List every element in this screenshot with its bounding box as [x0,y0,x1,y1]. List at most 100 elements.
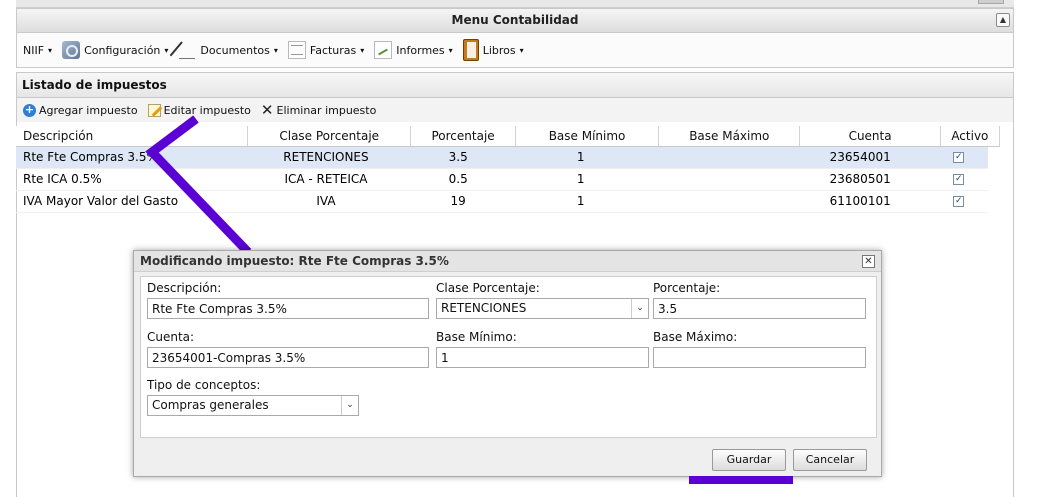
toolbar: + Agregar impuesto Editar impuesto ✕ Eli… [16,98,1014,122]
cell-base-maximo [651,147,791,168]
panel-right-border [1013,122,1014,497]
table-row[interactable]: IVA Mayor Valor del Gasto IVA 19 1 61100… [16,191,988,213]
menu-documentos-label: Documentos [200,43,270,57]
clase-label: Clase Porcentaje: [436,281,540,295]
cell-porcentaje: 19 [450,194,466,208]
menubar: NIIF ▾ Configuración ▾ Documentos ▾ Factura… [16,33,1014,68]
menu-documentos[interactable]: Documentos ▾ [178,41,278,59]
column-header-cuenta[interactable]: Cuenta [800,126,941,146]
cell-cuenta: 23654001 [829,150,891,164]
cell-base-maximo [651,169,791,190]
top-tab [978,0,1004,4]
column-header-activo[interactable]: Activo [941,126,1000,146]
edit-icon [147,103,161,117]
cell-cuenta: 61100101 [829,194,891,208]
tipo-conceptos-label: Tipo de conceptos: [147,378,261,392]
save-button[interactable]: Guardar [712,449,786,471]
cell-porcentaje: 0.5 [448,172,468,186]
base-minimo-label: Base Mínimo: [436,330,517,344]
delete-tax-label: Eliminar impuesto [276,103,377,117]
base-maximo-label: Base Máximo: [653,330,738,344]
cell-descripcion: IVA Mayor Valor del Gasto [23,194,179,208]
dialog-body: Descripción: Clase Porcentaje: RETENCION… [140,276,877,438]
chevron-down-icon: ▾ [448,45,453,55]
delete-tax-button[interactable]: ✕ Eliminar impuesto [260,100,377,119]
cell-activo: ✓ [929,147,988,168]
settings-icon [62,41,81,59]
active-checkbox[interactable]: ✓ [953,174,965,185]
clase-select[interactable]: RETENCIONES ⌄ [436,298,649,319]
menu-facturas[interactable]: Facturas ▾ [287,41,365,59]
table-row[interactable]: Rte Fte Compras 3.5% RETENCIONES 3.5 1 2… [16,147,988,169]
pencil-icon [178,41,196,59]
menu-niif-label: NIIF [23,43,45,57]
tipo-conceptos-select[interactable]: Compras generales ⌄ [147,395,359,416]
column-header-porcentaje[interactable]: Porcentaje [411,126,516,146]
menu-informes[interactable]: Informes ▾ [374,41,453,59]
menu-facturas-label: Facturas [309,43,357,57]
cell-porcentaje: 3.5 [448,150,468,164]
cell-clase: IVA [316,194,336,208]
column-header-clase[interactable]: Clase Porcentaje [248,126,412,146]
cuenta-label: Cuenta: [147,330,195,344]
chevron-down-icon: ▾ [273,45,278,55]
dialog-title-bar: Modificando impuesto: Rte Fte Compras 3.… [134,251,881,272]
column-header-base-minimo[interactable]: Base Mínimo [516,126,660,146]
cell-base-maximo [651,191,791,212]
add-icon: + [23,102,36,117]
cell-base-minimo: 1 [576,172,585,186]
close-icon[interactable]: ✕ [862,255,875,268]
menu-header: Menu Contabilidad ▲ [16,8,1014,33]
menu-informes-label: Informes [396,43,445,57]
panel-title: Listado de impuestos [16,72,1014,98]
chevron-down-icon: ▾ [164,45,169,55]
menu-niif[interactable]: NIIF ▾ [23,44,52,57]
table-row[interactable]: Rte ICA 0.5% ICA - RETEICA 0.5 1 2368050… [16,169,988,191]
chevron-down-icon: ⌄ [341,396,358,415]
column-header-base-maximo[interactable]: Base Máximo [659,126,801,146]
add-tax-label: Agregar impuesto [39,103,138,117]
cell-base-minimo: 1 [576,150,585,164]
column-header-descripcion[interactable]: Descripción [16,126,249,146]
add-tax-button[interactable]: + Agregar impuesto [23,102,138,117]
cell-descripcion: Rte ICA 0.5% [23,172,102,186]
cell-cuenta: 23680501 [829,172,891,186]
descripcion-label: Descripción: [147,281,222,295]
cell-base-minimo: 1 [576,194,585,208]
cell-descripcion: Rte Fte Compras 3.5% [23,150,158,164]
porcentaje-input[interactable] [653,298,866,319]
edit-tax-button[interactable]: Editar impuesto [147,103,251,117]
active-checkbox[interactable]: ✓ [953,196,965,207]
base-minimo-input[interactable] [436,347,649,368]
clase-select-value: RETENCIONES [441,301,527,315]
cell-activo: ✓ [929,191,988,212]
cell-activo: ✓ [929,169,988,190]
annotation-underline [689,476,793,484]
cell-clase: RETENCIONES [283,150,369,164]
base-maximo-input[interactable] [653,347,866,368]
porcentaje-label: Porcentaje: [653,281,721,295]
chevron-down-icon: ▾ [519,45,524,55]
edit-tax-label: Editar impuesto [163,103,251,117]
menu-title: Menu Contabilidad [451,13,579,27]
chevron-down-icon: ▾ [360,45,365,55]
collapse-icon[interactable]: ▲ [996,13,1010,27]
invoice-icon [287,41,306,59]
menu-configuracion-label: Configuración [84,43,161,57]
cell-clase: ICA - RETEICA [284,172,368,186]
report-icon [374,41,393,59]
chevron-down-icon: ⌄ [631,299,648,318]
grid-header: Descripción Clase Porcentaje Porcentaje … [16,126,1000,147]
book-icon [462,39,479,61]
active-checkbox[interactable]: ✓ [953,152,965,163]
cancel-button[interactable]: Cancelar [793,449,867,471]
delete-icon: ✕ [260,100,274,119]
grid-body: Rte Fte Compras 3.5% RETENCIONES 3.5 1 2… [16,147,988,213]
menu-configuracion[interactable]: Configuración ▾ [62,41,168,59]
menu-libros[interactable]: Libros ▾ [462,39,524,61]
descripcion-input[interactable] [147,298,429,319]
edit-tax-dialog: Modificando impuesto: Rte Fte Compras 3.… [133,250,882,477]
cuenta-input[interactable] [147,347,429,368]
top-strip [16,0,1014,8]
chevron-down-icon: ▾ [48,45,53,55]
